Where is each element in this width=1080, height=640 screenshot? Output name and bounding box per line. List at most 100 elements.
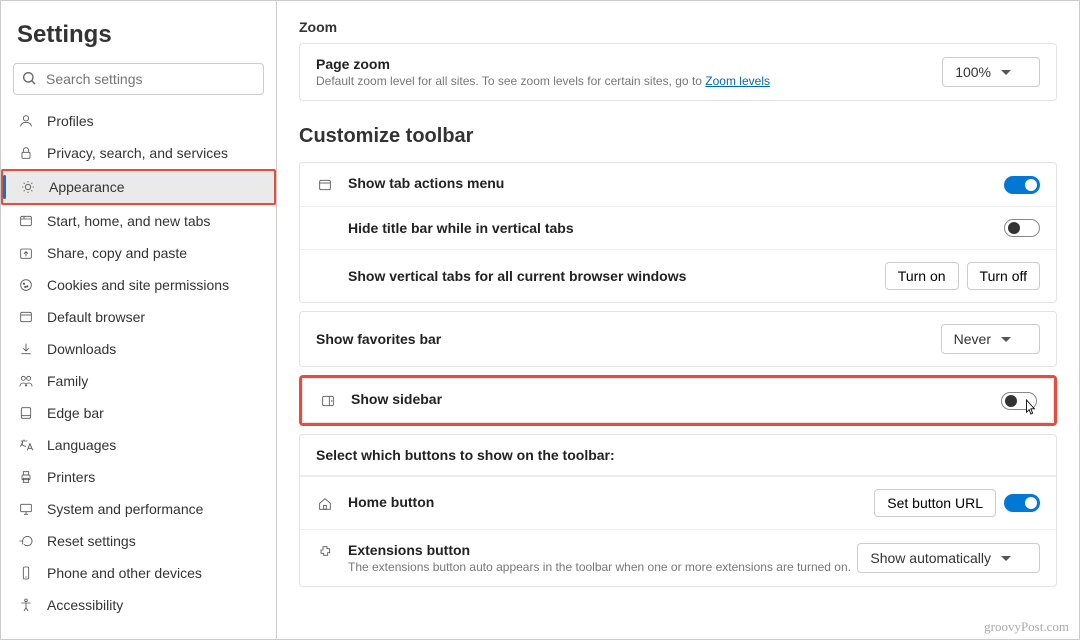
sidebar-item-label: Appearance xyxy=(49,179,125,195)
zoom-levels-link[interactable]: Zoom levels xyxy=(705,74,770,88)
search-icon xyxy=(21,70,37,86)
extensions-desc: The extensions button auto appears in th… xyxy=(348,560,851,574)
search-box xyxy=(13,63,264,95)
download-icon xyxy=(17,340,35,358)
page-zoom-desc: Default zoom level for all sites. To see… xyxy=(316,74,770,88)
sidebar-item-label: Start, home, and new tabs xyxy=(47,213,210,229)
family-icon xyxy=(17,372,35,390)
favorites-card: Show favorites bar Never xyxy=(299,311,1057,367)
sidebar-item-phone-and-other-devices[interactable]: Phone and other devices xyxy=(1,557,276,589)
show-sidebar-highlight: Show sidebar xyxy=(299,375,1057,426)
toolbar-card-1: Show tab actions menu Hide title bar whi… xyxy=(299,162,1057,303)
sidebar-item-label: Default browser xyxy=(47,309,145,325)
row-vertical-tabs: Show vertical tabs for all current brows… xyxy=(300,249,1056,302)
home-icon xyxy=(316,495,334,513)
row-tab-actions: Show tab actions menu xyxy=(300,163,1056,206)
sidebar-item-appearance[interactable]: Appearance xyxy=(1,169,276,205)
tab-actions-label: Show tab actions menu xyxy=(348,175,504,191)
set-button-url-button[interactable]: Set button URL xyxy=(874,489,996,517)
sidebar-item-system-and-performance[interactable]: System and performance xyxy=(1,493,276,525)
watermark: groovyPost.com xyxy=(984,619,1069,635)
nav-list: Profiles Privacy, search, and services App… xyxy=(1,105,276,629)
settings-sidebar: Settings Profiles Privacy, search, and se… xyxy=(1,1,277,639)
tabs-icon xyxy=(17,212,35,230)
sidebar-item-printers[interactable]: Printers xyxy=(1,461,276,493)
sidebar-item-privacy-search-and-services[interactable]: Privacy, search, and services xyxy=(1,137,276,169)
extensions-select[interactable]: Show automatically xyxy=(857,543,1040,573)
sidebar-item-label: Printers xyxy=(47,469,95,485)
cookie-icon xyxy=(17,276,35,294)
sidebar-item-edge-bar[interactable]: Edge bar xyxy=(1,397,276,429)
row-hide-title: Hide title bar while in vertical tabs xyxy=(300,206,1056,249)
customize-toolbar-heading: Customize toolbar xyxy=(299,125,1057,148)
sidebar-item-about-microsoft-edge[interactable]: About Microsoft Edge xyxy=(1,621,276,629)
profile-icon xyxy=(17,112,35,130)
sidebar-item-label: Reset settings xyxy=(47,533,136,549)
reset-icon xyxy=(17,532,35,550)
sidebar-item-cookies-and-site-permissions[interactable]: Cookies and site permissions xyxy=(1,269,276,301)
show-sidebar-label: Show sidebar xyxy=(351,391,442,407)
sidebar-item-start-home-and-new-tabs[interactable]: Start, home, and new tabs xyxy=(1,205,276,237)
favorites-label: Show favorites bar xyxy=(316,331,441,347)
appearance-icon xyxy=(19,178,37,196)
zoom-card: Page zoom Default zoom level for all sit… xyxy=(299,43,1057,101)
sidebar-item-profiles[interactable]: Profiles xyxy=(1,105,276,137)
sidebar-item-label: Languages xyxy=(47,437,116,453)
cursor-icon xyxy=(1023,398,1037,416)
turn-off-button[interactable]: Turn off xyxy=(967,262,1040,290)
sidebar-item-downloads[interactable]: Downloads xyxy=(1,333,276,365)
row-favorites: Show favorites bar Never xyxy=(300,312,1056,366)
system-icon xyxy=(17,500,35,518)
sidebar-item-label: Profiles xyxy=(47,113,94,129)
toolbar-buttons-card: Select which buttons to show on the tool… xyxy=(299,434,1057,587)
row-show-sidebar: Show sidebar xyxy=(303,379,1053,422)
page-zoom-label: Page zoom xyxy=(316,56,770,72)
language-icon xyxy=(17,436,35,454)
row-extensions: Extensions button The extensions button … xyxy=(300,529,1056,586)
sidebar-item-label: Edge bar xyxy=(47,405,104,421)
hide-title-toggle[interactable] xyxy=(1004,219,1040,237)
accessibility-icon xyxy=(17,596,35,614)
browser-icon xyxy=(17,308,35,326)
chevron-down-icon xyxy=(1001,70,1011,75)
home-button-label: Home button xyxy=(348,494,434,510)
sidebar-item-share-copy-and-paste[interactable]: Share, copy and paste xyxy=(1,237,276,269)
share-icon xyxy=(17,244,35,262)
favorites-select[interactable]: Never xyxy=(941,324,1040,354)
main-content: Zoom Page zoom Default zoom level for al… xyxy=(277,1,1079,639)
sidebar-item-family[interactable]: Family xyxy=(1,365,276,397)
extensions-label: Extensions button xyxy=(348,542,851,558)
home-button-toggle[interactable] xyxy=(1004,494,1040,512)
sidebar-item-reset-settings[interactable]: Reset settings xyxy=(1,525,276,557)
vertical-tabs-label: Show vertical tabs for all current brows… xyxy=(316,268,686,284)
tab-icon xyxy=(316,176,334,194)
sidebar-item-label: Cookies and site permissions xyxy=(47,277,229,293)
about-icon xyxy=(17,628,35,629)
tab-actions-toggle[interactable] xyxy=(1004,176,1040,194)
extensions-icon xyxy=(316,543,334,561)
turn-on-button[interactable]: Turn on xyxy=(885,262,959,290)
sidebar-item-label: Phone and other devices xyxy=(47,565,202,581)
sidebar-item-label: Privacy, search, and services xyxy=(47,145,228,161)
row-home-button: Home button Set button URL xyxy=(300,476,1056,529)
sidebar-item-default-browser[interactable]: Default browser xyxy=(1,301,276,333)
sidebar-item-label: Share, copy and paste xyxy=(47,245,187,261)
sidebar-item-label: Family xyxy=(47,373,88,389)
edgebar-icon xyxy=(17,404,35,422)
search-input[interactable] xyxy=(13,63,264,95)
page-zoom-select[interactable]: 100% xyxy=(942,57,1040,87)
sidebar-item-label: System and performance xyxy=(47,501,203,517)
zoom-heading: Zoom xyxy=(299,19,1057,35)
lock-icon xyxy=(17,144,35,162)
sidebar-item-languages[interactable]: Languages xyxy=(1,429,276,461)
chevron-down-icon xyxy=(1001,337,1011,342)
sidebar-item-label: Downloads xyxy=(47,341,116,357)
phone-icon xyxy=(17,564,35,582)
chevron-down-icon xyxy=(1001,556,1011,561)
hide-title-label: Hide title bar while in vertical tabs xyxy=(316,220,574,236)
printer-icon xyxy=(17,468,35,486)
select-buttons-heading: Select which buttons to show on the tool… xyxy=(316,447,615,463)
settings-title: Settings xyxy=(1,11,276,63)
sidebar-item-accessibility[interactable]: Accessibility xyxy=(1,589,276,621)
sidebar-icon xyxy=(319,392,337,410)
